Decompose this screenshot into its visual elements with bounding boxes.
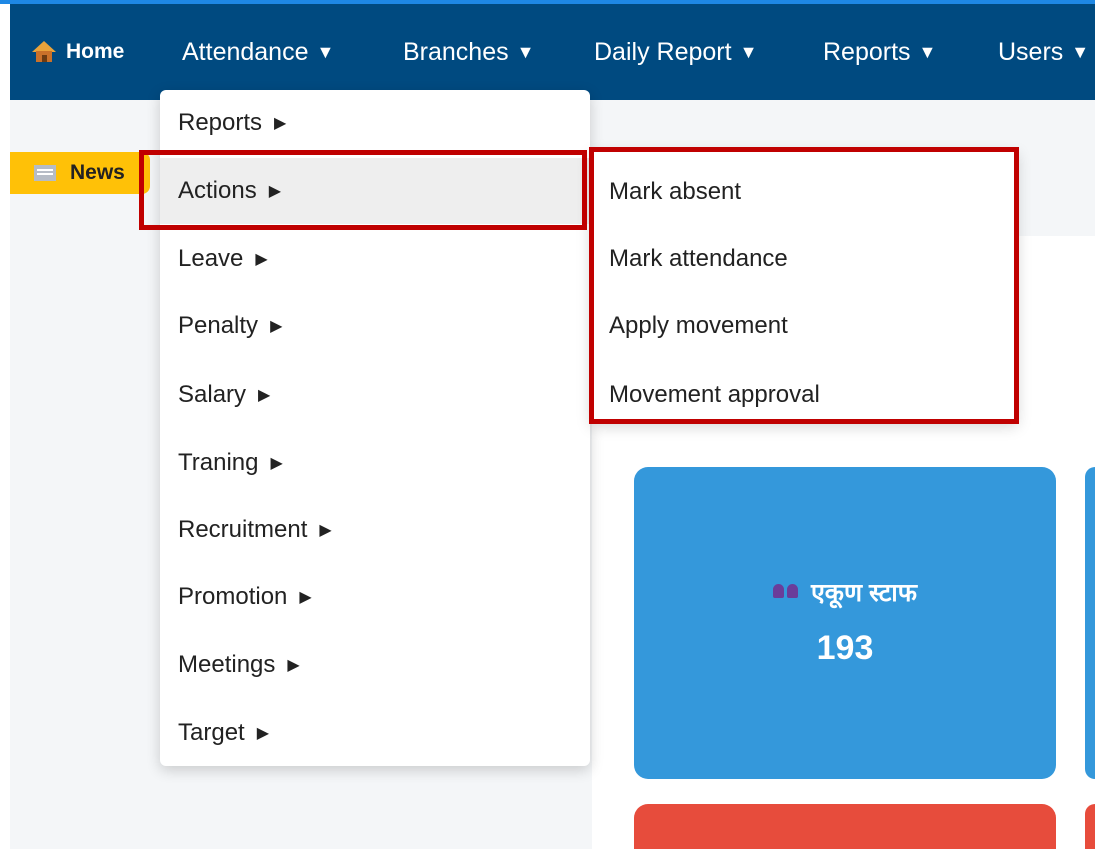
- menu-item-meetings[interactable]: Meetings ▶: [160, 632, 590, 698]
- chevron-down-icon: ▼: [516, 41, 535, 62]
- chevron-down-icon: ▼: [918, 41, 937, 62]
- menu-item-recruitment[interactable]: Recruitment ▶: [160, 497, 590, 563]
- menu-item-label: Recruitment: [178, 516, 308, 543]
- nav-home-label: Home: [66, 40, 125, 63]
- submenu-item-label: Mark attendance: [609, 245, 788, 272]
- news-icon: [34, 165, 56, 181]
- nav-branches[interactable]: Branches ▼: [403, 4, 534, 100]
- menu-item-traning[interactable]: Traning ▶: [160, 430, 590, 496]
- menu-item-label: Penalty: [178, 312, 259, 339]
- stat-card-red[interactable]: [634, 804, 1056, 849]
- menu-item-leave[interactable]: Leave ▶: [160, 226, 590, 292]
- menu-item-salary[interactable]: Salary ▶: [160, 362, 590, 428]
- news-label: News: [70, 161, 125, 184]
- submenu-item-mark-absent[interactable]: Mark absent: [591, 159, 1017, 225]
- main-navbar: Home Attendance ▼ Branches ▼ Daily Repor…: [10, 4, 1095, 100]
- submenu-item-label: Movement approval: [609, 381, 820, 408]
- menu-item-label: Actions: [178, 177, 257, 204]
- menu-item-reports[interactable]: Reports ▶: [160, 90, 590, 156]
- chevron-right-icon: ▶: [274, 115, 287, 132]
- menu-item-promotion[interactable]: Promotion ▶: [160, 564, 590, 630]
- total-staff-title: एकूण स्टाफ: [634, 575, 1056, 609]
- chevron-right-icon: ▶: [268, 183, 282, 200]
- home-icon: [32, 41, 56, 63]
- chevron-right-icon: ▶: [319, 522, 332, 539]
- nav-home[interactable]: Home: [32, 4, 124, 100]
- staff-icon: [772, 584, 801, 600]
- attendance-dropdown: Reports ▶ Actions ▶ Leave ▶ Penalty ▶ Sa…: [160, 90, 590, 766]
- chevron-down-icon: ▼: [739, 41, 758, 62]
- menu-item-label: Reports: [178, 109, 263, 136]
- nav-attendance[interactable]: Attendance ▼: [182, 4, 334, 100]
- menu-item-label: Meetings: [178, 651, 276, 678]
- chevron-right-icon: ▶: [299, 589, 312, 606]
- submenu-item-label: Mark absent: [609, 178, 742, 205]
- chevron-right-icon: ▶: [256, 725, 270, 742]
- chevron-down-icon: ▼: [316, 41, 335, 62]
- chevron-right-icon: ▶: [270, 318, 283, 335]
- chevron-down-icon: ▼: [1071, 41, 1090, 62]
- chevron-right-icon: ▶: [258, 387, 271, 404]
- menu-item-penalty[interactable]: Penalty ▶: [160, 293, 590, 359]
- menu-item-label: Leave: [178, 245, 244, 272]
- menu-item-target[interactable]: Target ▶: [160, 700, 590, 766]
- chevron-right-icon: ▶: [287, 657, 300, 674]
- menu-item-label: Target: [178, 719, 245, 746]
- submenu-item-apply-movement[interactable]: Apply movement: [591, 293, 1017, 359]
- menu-item-actions[interactable]: Actions ▶: [160, 158, 590, 224]
- submenu-item-label: Apply movement: [609, 312, 788, 339]
- chevron-right-icon: ▶: [255, 251, 268, 268]
- stat-card-red-partial[interactable]: [1085, 804, 1095, 849]
- actions-submenu: Mark absent Mark attendance Apply moveme…: [591, 150, 1017, 422]
- nav-users[interactable]: Users ▼: [998, 4, 1089, 100]
- nav-attendance-label: Attendance: [182, 37, 309, 66]
- total-staff-card[interactable]: एकूण स्टाफ 193: [634, 467, 1056, 779]
- stat-card-partial[interactable]: [1085, 467, 1095, 779]
- chevron-right-icon: ▶: [270, 455, 283, 472]
- nav-reports[interactable]: Reports ▼: [823, 4, 936, 100]
- news-badge[interactable]: News: [10, 152, 150, 194]
- menu-item-label: Promotion: [178, 583, 288, 610]
- total-staff-value: 193: [816, 629, 874, 667]
- nav-daily-report-label: Daily Report: [594, 37, 732, 66]
- nav-reports-label: Reports: [823, 37, 911, 66]
- submenu-item-mark-attendance[interactable]: Mark attendance: [591, 226, 1017, 292]
- submenu-item-movement-approval[interactable]: Movement approval: [591, 362, 1017, 428]
- menu-item-label: Salary: [178, 381, 247, 408]
- nav-users-label: Users: [998, 37, 1064, 66]
- total-staff-label: एकूण स्टाफ: [810, 579, 918, 607]
- nav-branches-label: Branches: [403, 37, 509, 66]
- nav-daily-report[interactable]: Daily Report ▼: [594, 4, 757, 100]
- menu-item-label: Traning: [178, 449, 259, 476]
